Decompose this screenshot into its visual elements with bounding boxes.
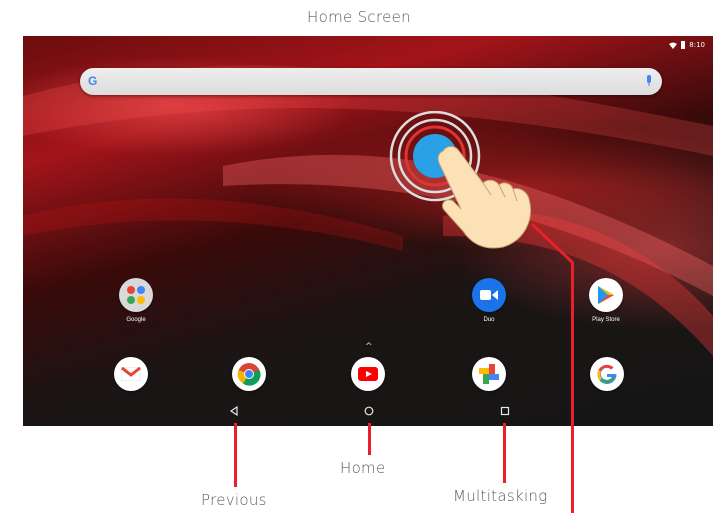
tap-pointer-line <box>571 262 574 513</box>
app-drawer-chevron-icon[interactable]: ^ <box>365 342 373 352</box>
chrome-icon <box>232 357 266 391</box>
app-duo[interactable]: Duo <box>454 278 524 323</box>
multitasking-pointer-line <box>503 423 506 483</box>
previous-pointer-line <box>234 423 237 487</box>
app-photos[interactable] <box>454 357 524 391</box>
gmail-icon <box>114 357 148 391</box>
google-logo-icon: G <box>88 74 98 88</box>
status-bar: 8:10 <box>669 39 705 51</box>
app-label: Duo <box>483 317 495 323</box>
status-time: 8:10 <box>689 41 705 49</box>
app-google[interactable]: Google <box>101 278 171 323</box>
app-google-search[interactable] <box>572 357 642 391</box>
battery-icon <box>681 41 686 49</box>
multitasking-caption: Multitasking <box>453 487 548 505</box>
home-pointer-line <box>368 423 371 455</box>
app-label: Play Store <box>592 317 620 323</box>
app-label: Google <box>126 317 146 323</box>
mic-icon[interactable] <box>646 75 652 87</box>
app-gmail[interactable] <box>96 357 166 391</box>
back-icon[interactable] <box>229 406 239 416</box>
youtube-icon <box>351 357 385 391</box>
recents-square-icon[interactable] <box>500 406 510 416</box>
tap-pointer-diagonal <box>530 222 575 265</box>
tablet-screen: 8:10 G Google Duo Play Store ^ <box>23 36 713 426</box>
home-caption: Home <box>340 459 386 477</box>
duo-icon <box>472 278 506 312</box>
home-screen-title: Home Screen <box>307 8 411 26</box>
previous-caption: Previous <box>201 491 267 509</box>
home-circle-icon[interactable] <box>364 406 374 416</box>
app-youtube[interactable] <box>333 357 403 391</box>
play-store-icon <box>589 278 623 312</box>
app-play-store[interactable]: Play Store <box>571 278 641 323</box>
photos-icon <box>472 357 506 391</box>
wifi-icon <box>669 42 678 49</box>
google-icon <box>590 357 624 391</box>
google-folder-icon <box>119 278 153 312</box>
search-bar[interactable]: G <box>80 68 662 95</box>
app-chrome[interactable] <box>214 357 284 391</box>
